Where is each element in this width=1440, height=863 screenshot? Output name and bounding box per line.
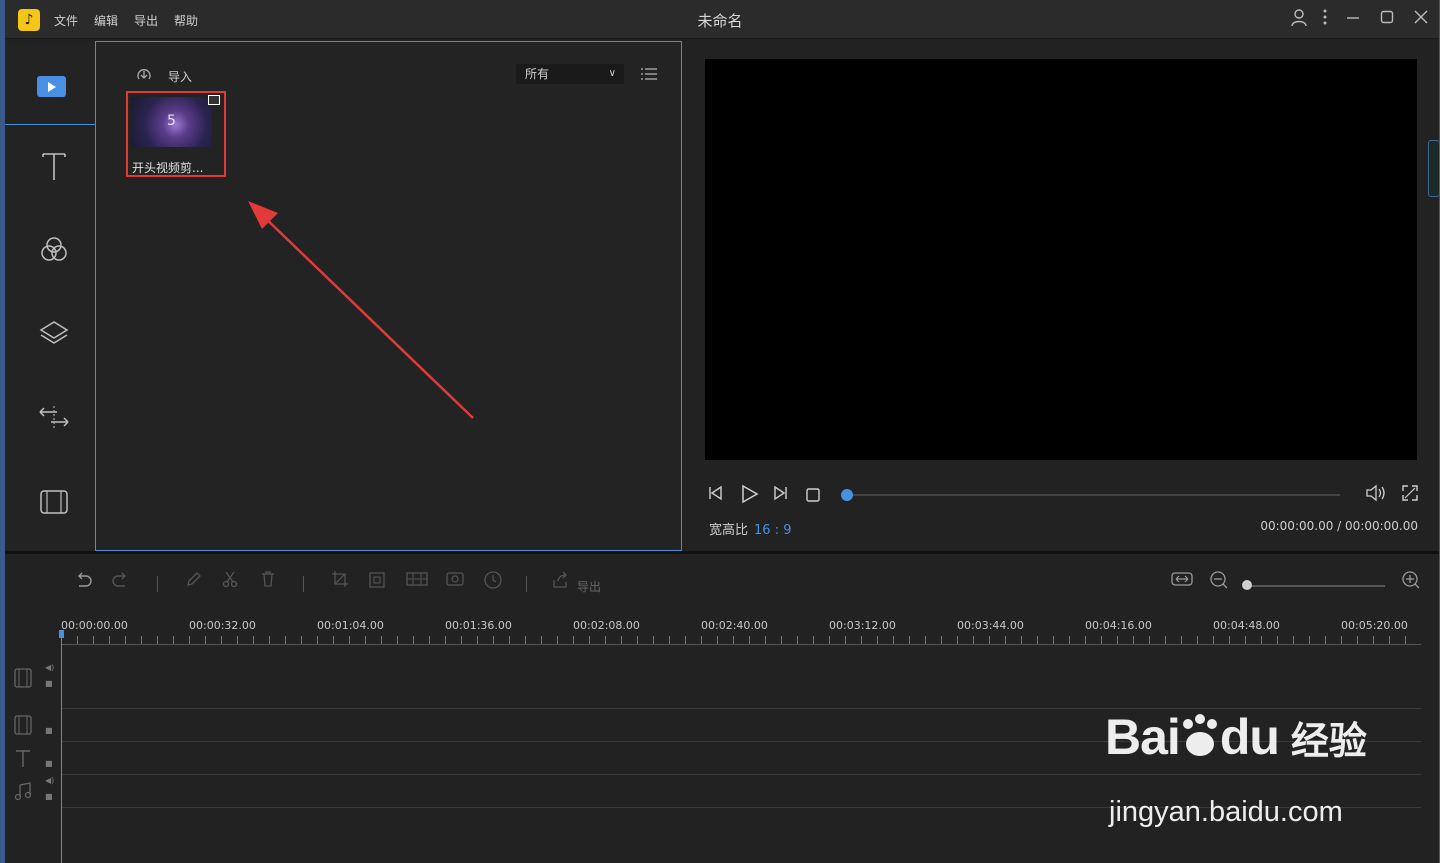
window-title: 未命名 [697,12,743,30]
transition-icon[interactable] [33,400,75,440]
duration-icon[interactable] [483,570,503,594]
ruler-ticks [61,636,1421,644]
ruler-tick-label: 00:05:20.00 [1341,619,1408,632]
toolbar-separator [157,576,158,592]
ruler-tick-label: 00:03:44.00 [957,619,1024,632]
fit-timeline-icon[interactable] [1171,570,1193,592]
player-controls [705,484,1419,508]
text-track-head: ■ [13,747,58,773]
list-view-icon[interactable] [641,66,657,80]
undo-icon[interactable] [73,570,93,594]
toolbar-separator [303,576,304,592]
scrollbar[interactable] [1428,140,1440,197]
watermark-cn: 经验 [1290,719,1367,763]
watermark-brand-du: du [1219,709,1280,765]
playback-progress-track[interactable] [847,494,1340,496]
video-type-icon [208,95,220,105]
zoom-slider-knob[interactable] [1242,580,1252,590]
stop-icon[interactable] [805,487,821,507]
video-track[interactable] [61,646,1421,709]
playback-progress-knob[interactable] [841,489,853,501]
next-frame-icon[interactable] [771,484,789,506]
toolbar-export-button[interactable]: 导出 [577,578,601,595]
overlay-track-head: ■ [13,714,58,740]
timeline-ruler[interactable]: 00:00:00.00 00:00:32.00 00:01:04.00 00:0… [61,618,1421,646]
music-icon [14,782,32,801]
ruler-tick-label: 00:01:04.00 [317,619,384,632]
time-readout: 00:00:00.00 / 00:00:00.00 [1260,519,1418,533]
ruler-tick-label: 00:04:16.00 [1085,619,1152,632]
lock-icon[interactable]: ■ [45,679,53,688]
annotation-arrow [248,201,474,419]
baidu-watermark: Bai du 经验 jingyan.baidu.com [1105,708,1367,828]
media-thumbnail: 5 [131,97,212,147]
cut-icon[interactable] [221,570,239,592]
zoom-out-icon[interactable] [1209,570,1229,594]
toolbar-separator [526,576,527,592]
lock-icon[interactable]: ■ [45,759,53,768]
aspect-ratio-label: 宽高比 [709,523,749,538]
video-track-head: ◀) ■ [13,663,58,693]
zoom-clip-icon[interactable] [367,570,387,594]
text-icon [16,750,30,767]
ruler-tick-label: 00:02:08.00 [573,619,640,632]
film-icon [14,668,32,688]
thumbnail-text: 5 [167,113,176,129]
overlay-icon[interactable] [33,316,75,356]
import-icon [137,69,151,80]
media-filter-select[interactable]: 所有 ∨ [516,64,624,84]
paw-icon [1182,714,1217,756]
fullscreen-icon[interactable] [1401,484,1419,506]
title-bar: ♪ 文件 编辑 导出 帮助 未命名 [5,0,1439,39]
panel-divider[interactable] [5,551,1439,554]
ruler-tick-label: 00:00:00.00 [61,619,128,632]
watermark-brand: Bai [1105,709,1181,765]
app-window: ♪ 文件 编辑 导出 帮助 未命名 导入 所有 ∨ 5 开头视频剪... 宽高比… [5,0,1440,863]
crop-icon[interactable] [331,570,349,592]
lock-icon[interactable]: ■ [45,726,53,735]
audio-track-head: ◀) ■ [13,776,58,806]
film-icon [14,715,32,735]
import-label: 导入 [168,70,193,84]
preview-player [705,59,1417,460]
element-icon[interactable] [33,484,75,524]
ruler-tick-label: 00:01:36.00 [445,619,512,632]
watermark-url: jingyan.baidu.com [1109,796,1343,828]
ruler-tick-label: 00:04:48.00 [1213,619,1280,632]
ruler-tick-label: 00:03:12.00 [829,619,896,632]
timeline-toolbar: 导出 [5,570,1439,602]
mosaic-icon[interactable] [405,570,429,592]
edit-icon[interactable] [185,570,203,592]
play-icon[interactable] [739,484,759,508]
aspect-ratio-value: 16 : 9 [754,523,792,538]
media-item[interactable]: 5 开头视频剪... [126,91,226,177]
media-item-caption: 开头视频剪... [132,161,204,175]
ruler-tick-label: 00:00:32.00 [189,619,256,632]
redo-icon[interactable] [111,570,131,594]
aspect-ratio[interactable]: 宽高比 16 : 9 [709,519,791,538]
speaker-icon[interactable]: ◀) [45,663,54,672]
filter-icon[interactable] [33,232,75,272]
lock-icon[interactable]: ■ [45,792,53,801]
prev-frame-icon[interactable] [707,484,725,506]
ruler-baseline [61,644,1421,645]
ruler-tick-label: 00:02:40.00 [701,619,768,632]
speaker-icon[interactable]: ◀) [45,776,54,785]
volume-icon[interactable] [1365,484,1387,506]
filter-value: 所有 [525,67,550,81]
media-icon[interactable] [37,76,66,97]
playhead[interactable] [61,632,62,863]
text-icon[interactable] [33,148,75,188]
freeze-frame-icon[interactable] [445,570,465,592]
delete-icon[interactable] [259,570,277,592]
zoom-slider-track[interactable] [1245,585,1385,587]
export-icon[interactable] [550,570,570,594]
chevron-down-icon: ∨ [608,68,616,79]
zoom-in-icon[interactable] [1401,570,1421,594]
